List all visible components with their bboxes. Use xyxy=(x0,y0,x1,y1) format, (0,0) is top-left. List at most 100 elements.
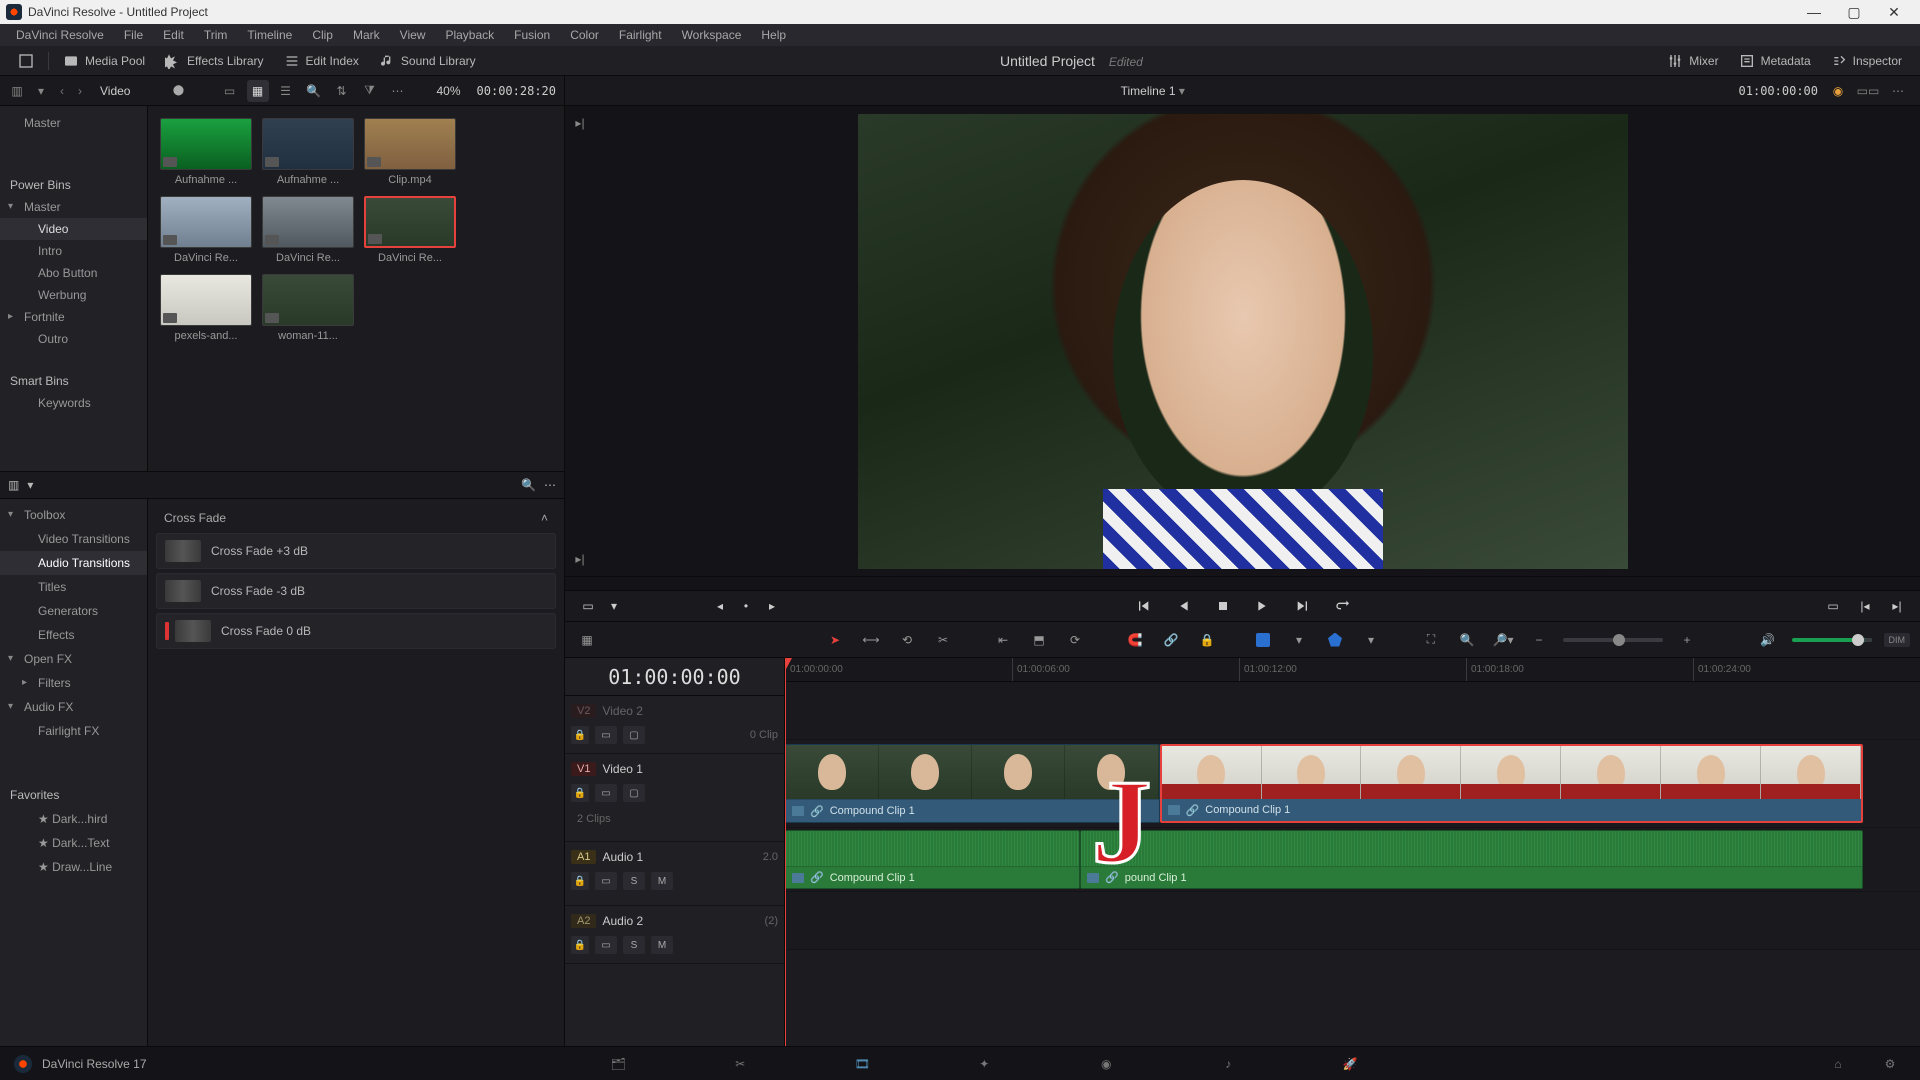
page-cut-icon[interactable]: ✂ xyxy=(724,1052,756,1076)
fx-toolbox[interactable]: ▾Toolbox xyxy=(0,503,147,527)
view-list-icon[interactable]: ☰ xyxy=(275,80,297,102)
tree-outro[interactable]: Outro xyxy=(0,328,147,350)
menu-help[interactable]: Help xyxy=(751,28,796,42)
track-header-a1[interactable]: A1Audio 12.0 🔒▭SM xyxy=(565,842,784,906)
lock-track-icon[interactable]: 🔒 xyxy=(571,726,589,744)
solo-icon[interactable]: S xyxy=(623,872,645,890)
source-zoom[interactable]: 40% xyxy=(437,84,461,98)
dim-button[interactable]: DIM xyxy=(1884,633,1911,647)
clip-video-1[interactable]: 🔗Compound Clip 1 xyxy=(785,744,1160,823)
options-icon[interactable]: ⋯ xyxy=(387,80,409,102)
playhead[interactable] xyxy=(785,658,786,1046)
bin-list-icon[interactable]: ▥ xyxy=(8,82,26,100)
settings-icon[interactable]: ⚙ xyxy=(1874,1052,1906,1076)
sort-icon[interactable]: ⇅ xyxy=(331,80,353,102)
custom-zoom-icon[interactable]: 🔎▾ xyxy=(1491,628,1515,652)
collapse-icon[interactable]: ˄ xyxy=(541,511,548,525)
replace-clip-icon[interactable]: ⟳ xyxy=(1063,628,1087,652)
loop-button[interactable] xyxy=(1332,595,1354,617)
tree-werbung[interactable]: Werbung xyxy=(0,284,147,306)
page-color-icon[interactable]: ◉ xyxy=(1090,1052,1122,1076)
fx-entry[interactable]: Cross Fade +3 dB xyxy=(156,533,556,569)
tree-keywords[interactable]: Keywords xyxy=(0,392,147,414)
jump-next-clip-icon[interactable]: ▸| xyxy=(1886,595,1908,617)
timeline-ruler[interactable]: 01:00:00:00 01:00:06:00 01:00:12:00 01:0… xyxy=(785,658,1920,682)
tree-abo-button[interactable]: Abo Button xyxy=(0,262,147,284)
view-filmstrip-icon[interactable]: ▭ xyxy=(219,80,241,102)
fx-generators[interactable]: Generators xyxy=(0,599,147,623)
menu-fairlight[interactable]: Fairlight xyxy=(609,28,672,42)
jump-end-icon[interactable]: ▸| xyxy=(571,552,589,566)
thumb-item[interactable]: woman-11... xyxy=(262,274,354,342)
timeline-view-options-icon[interactable]: ▦ xyxy=(575,628,599,652)
page-edit-icon[interactable]: 🎞 xyxy=(846,1052,878,1076)
clip-audio-1[interactable]: 🔗Compound Clip 1 xyxy=(785,830,1080,889)
flag-icon[interactable] xyxy=(1251,628,1275,652)
track-lane-a1[interactable]: 🔗Compound Clip 1 🔗pound Clip 1 xyxy=(785,828,1920,892)
menu-view[interactable]: View xyxy=(390,28,436,42)
menu-edit[interactable]: Edit xyxy=(153,28,194,42)
thumb-item[interactable]: Clip.mp4 xyxy=(364,118,456,186)
next-edit-icon[interactable]: ▸ xyxy=(761,595,783,617)
zoom-out-icon[interactable]: − xyxy=(1527,628,1551,652)
fx-titles[interactable]: Titles xyxy=(0,575,147,599)
fx-audio-transitions[interactable]: Audio Transitions xyxy=(0,551,147,575)
auto-select-icon[interactable]: ▭ xyxy=(595,936,617,954)
auto-select-icon[interactable]: ▭ xyxy=(595,872,617,890)
dual-viewer-icon[interactable]: ▭▭ xyxy=(1858,81,1878,101)
track-lane-v1[interactable]: 🔗Compound Clip 1 🔗Compound Clip 1 xyxy=(785,740,1920,828)
fx-fairlightfx[interactable]: Fairlight FX xyxy=(0,719,147,743)
marker-icon[interactable] xyxy=(1323,628,1347,652)
volume-icon[interactable]: 🔊 xyxy=(1756,628,1780,652)
page-media-icon[interactable]: 🗂 xyxy=(602,1052,634,1076)
menu-workspace[interactable]: Workspace xyxy=(672,28,752,42)
viewer-scrubber[interactable] xyxy=(565,576,1920,590)
auto-select-icon[interactable]: ▭ xyxy=(595,726,617,744)
menu-file[interactable]: File xyxy=(114,28,153,42)
play-button[interactable] xyxy=(1252,595,1274,617)
maximize-button[interactable]: ▢ xyxy=(1834,2,1874,22)
page-deliver-icon[interactable]: 🚀 xyxy=(1334,1052,1366,1076)
search-icon[interactable]: 🔍 xyxy=(303,80,325,102)
fx-effects[interactable]: Effects xyxy=(0,623,147,647)
bypass-grade-icon[interactable]: ◉ xyxy=(1828,81,1848,101)
match-frame-icon[interactable]: ▭ xyxy=(1822,595,1844,617)
fullscreen-icon[interactable] xyxy=(8,49,44,73)
detail-zoom-icon[interactable]: 🔍 xyxy=(1455,628,1479,652)
zoom-to-fit-icon[interactable]: ⛶ xyxy=(1419,628,1443,652)
thumb-item[interactable]: DaVinci Re... xyxy=(160,196,252,264)
menu-trim[interactable]: Trim xyxy=(194,28,238,42)
menu-davinci[interactable]: DaVinci Resolve xyxy=(6,28,114,42)
first-frame-button[interactable] xyxy=(1132,595,1154,617)
thumb-item[interactable]: Aufnahme ... xyxy=(160,118,252,186)
menu-fusion[interactable]: Fusion xyxy=(504,28,560,42)
clip-audio-2[interactable]: 🔗pound Clip 1 xyxy=(1080,830,1863,889)
mixer-toggle[interactable]: Mixer xyxy=(1657,49,1728,73)
volume-slider[interactable] xyxy=(1792,638,1872,642)
thumb-item[interactable]: pexels-and... xyxy=(160,274,252,342)
disable-track-icon[interactable]: ▢ xyxy=(623,784,645,802)
nav-fwd[interactable]: › xyxy=(74,84,86,98)
lock-track-icon[interactable]: 🔒 xyxy=(571,872,589,890)
sound-library-toggle[interactable]: Sound Library xyxy=(369,49,486,73)
lock-icon[interactable]: 🔒 xyxy=(1195,628,1219,652)
tree-master-root[interactable]: Master xyxy=(0,112,147,134)
tree-master[interactable]: ▾Master xyxy=(0,196,147,218)
lock-track-icon[interactable]: 🔒 xyxy=(571,936,589,954)
fx-search-icon[interactable]: 🔍 xyxy=(521,478,536,492)
track-lane-a2[interactable] xyxy=(785,892,1920,950)
filter-icon[interactable]: ⧩ xyxy=(359,80,381,102)
tree-fortnite[interactable]: ▸Fortnite xyxy=(0,306,147,328)
thumb-item[interactable]: DaVinci Re... xyxy=(364,196,456,264)
blade-tool-icon[interactable]: ✂ xyxy=(931,628,955,652)
jump-start-icon[interactable]: ▸| xyxy=(571,116,589,130)
stop-button[interactable] xyxy=(1212,595,1234,617)
transform-overlay-icon[interactable]: ▭ xyxy=(577,595,599,617)
fx-openfx[interactable]: ▾Open FX xyxy=(0,647,147,671)
thumb-item[interactable]: DaVinci Re... xyxy=(262,196,354,264)
mute-icon[interactable]: M xyxy=(651,872,673,890)
fx-filters[interactable]: ▸Filters xyxy=(0,671,147,695)
flag-dropdown-icon[interactable]: ▾ xyxy=(1287,628,1311,652)
disable-track-icon[interactable]: ▢ xyxy=(623,726,645,744)
zoom-slider[interactable] xyxy=(1563,638,1663,642)
